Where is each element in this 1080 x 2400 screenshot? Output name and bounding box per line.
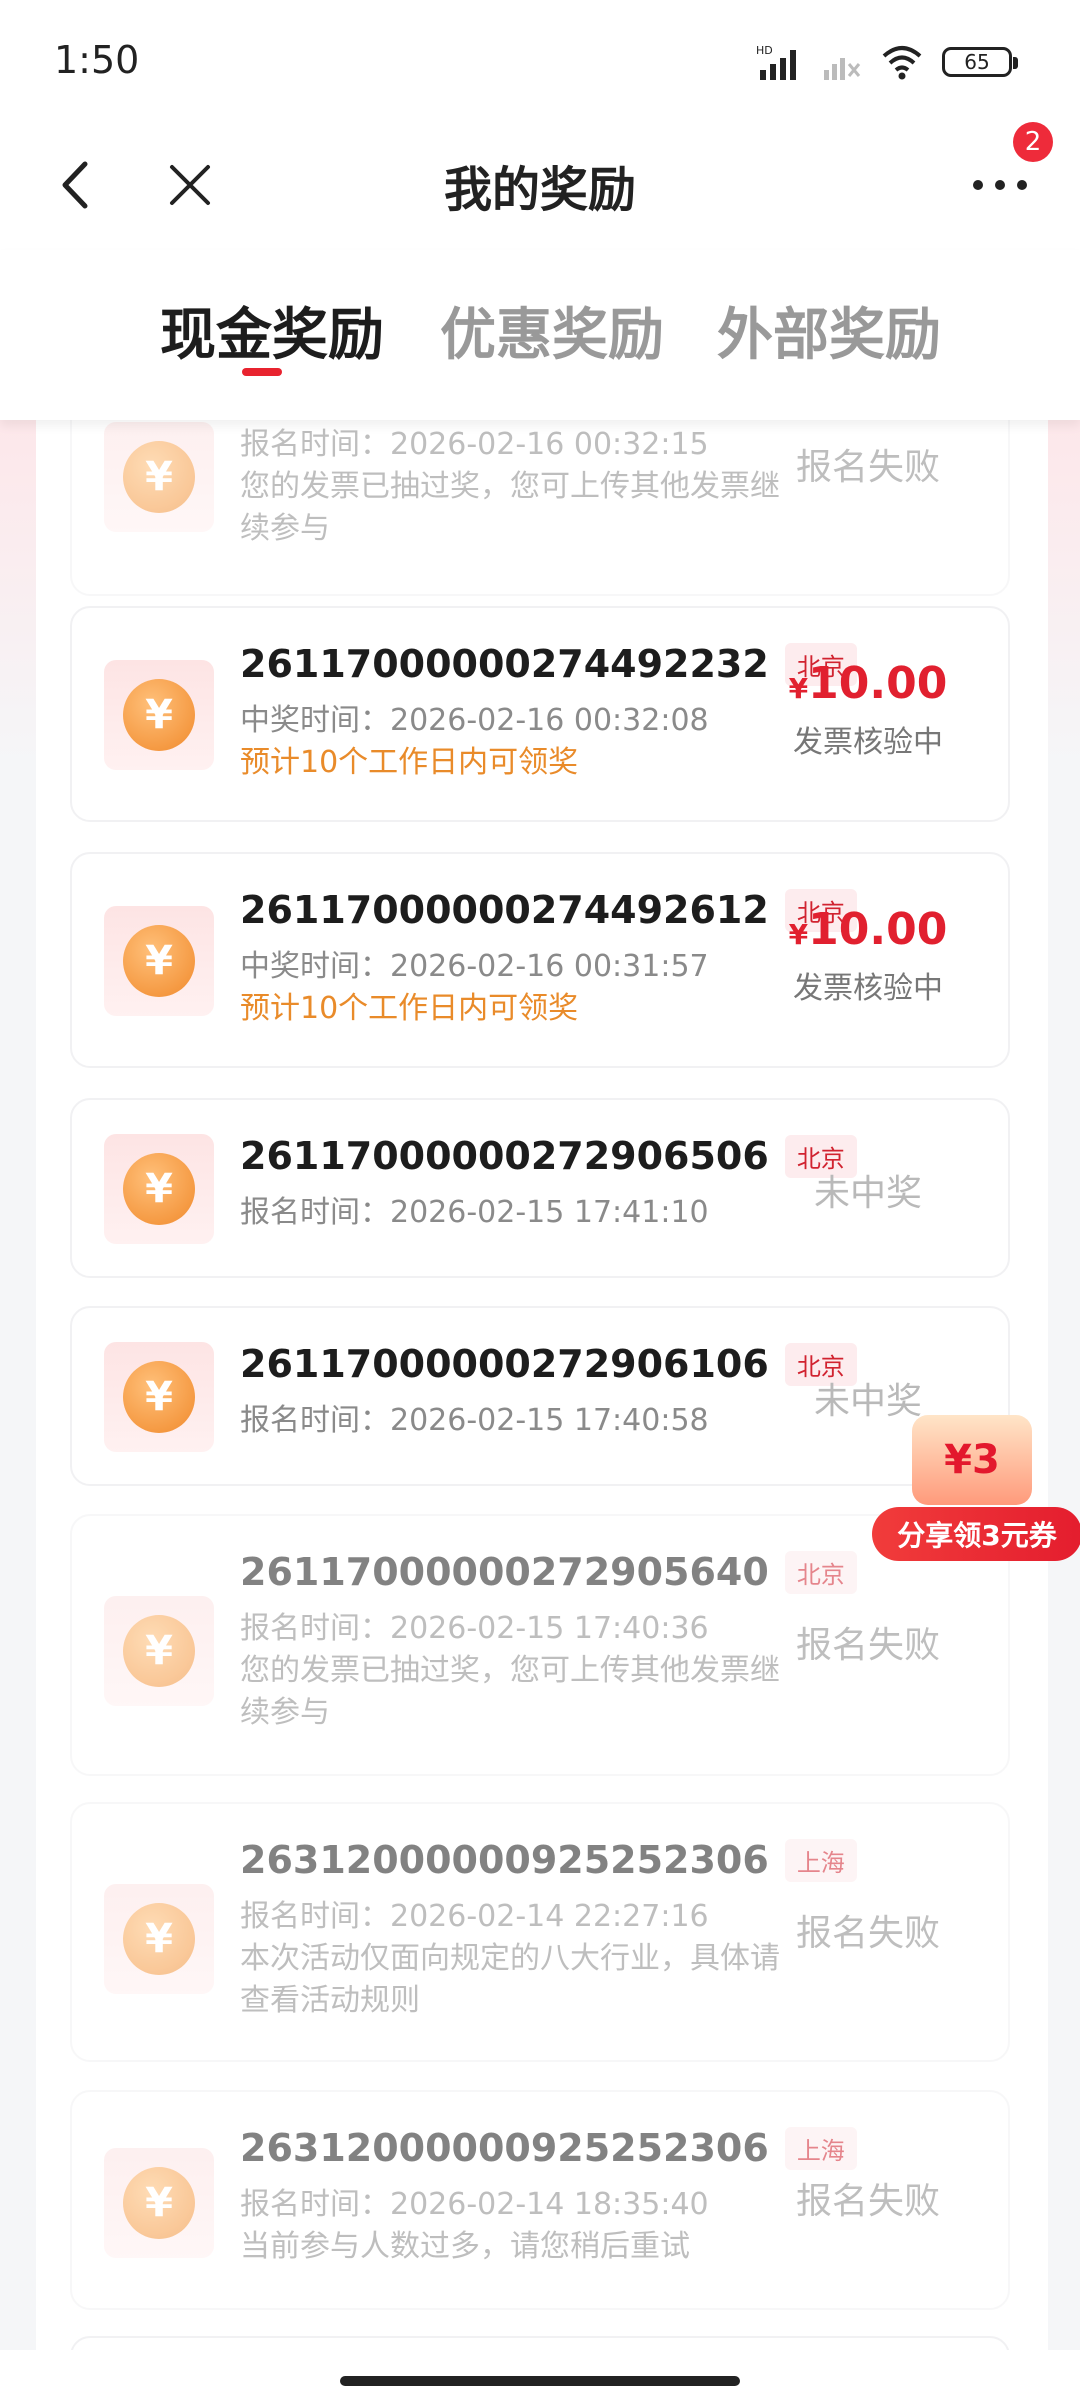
status-icons: HD 65 (756, 40, 1018, 84)
list-item[interactable] (70, 2336, 1010, 2350)
signal-icon: HD (756, 44, 796, 80)
record-status: 发票核验中 (793, 971, 943, 1006)
record-note: 您的发票已抽过奖，您可上传其他发票继续参与 (240, 469, 780, 546)
signal-off-icon (824, 58, 861, 80)
record-hint: 预计10个工作日内可领奖 (240, 991, 579, 1026)
more-button[interactable]: 2 (955, 120, 1053, 250)
coin-icon: ¥ (104, 660, 214, 770)
record-time: 中奖时间：2026-02-16 00:32:08 (240, 703, 709, 738)
record-status: 报名失败 (795, 2181, 940, 2222)
list-item[interactable]: ¥ 26117000000274492232 北京 中奖时间：2026-02-1… (70, 606, 1010, 822)
svg-text:HD: HD (756, 44, 773, 57)
record-status: 报名失败 (795, 1913, 940, 1954)
red-envelope-icon: ¥3 (912, 1415, 1032, 1505)
record-status: 报名失败 (795, 1625, 940, 1666)
close-icon (170, 165, 210, 205)
battery-indicator: 65 (942, 47, 1018, 77)
region-tag: 上海 (784, 1838, 857, 1882)
record-title: 26117000000274492612 北京 (240, 888, 857, 932)
nav-bar: 我的奖励 2 (0, 120, 1080, 250)
more-dots-icon (973, 180, 1027, 190)
record-id: 26117000000272905640 (240, 1550, 769, 1594)
record-id: 26312000000925252306 (240, 1838, 769, 1882)
record-time: 报名时间：2026-02-15 17:40:58 (240, 1403, 709, 1438)
region-tag: 北京 (784, 1550, 857, 1594)
reward-tabs: 现金奖励 优惠奖励 外部奖励 (0, 250, 1080, 420)
record-title: 26117000000272905640 北京 (240, 1550, 857, 1594)
wifi-icon (882, 46, 922, 80)
record-title: 26312000000925252306 上海 (240, 1838, 857, 1882)
record-id: 26312000000925252306 (240, 2126, 769, 2170)
list-item[interactable]: ¥ 26117000000272905640 北京 报名时间：2026-02-1… (70, 1514, 1010, 1776)
reward-list[interactable]: ¥ 报名时间：2026-02-16 00:32:15 您的发票已抽过奖，您可上传… (0, 420, 1080, 2350)
share-coupon-promo[interactable]: ¥3 分享领3元券 (872, 1415, 1080, 1565)
home-indicator-bar (0, 2350, 1080, 2400)
list-item[interactable]: ¥ 报名时间：2026-02-16 00:32:15 您的发票已抽过奖，您可上传… (70, 420, 1010, 596)
record-id: 26117000000272906506 (240, 1134, 769, 1178)
list-item[interactable]: ¥ 26312000000925252306 上海 报名时间：2026-02-1… (70, 1802, 1010, 2062)
active-tab-indicator (242, 368, 282, 376)
back-button[interactable] (40, 120, 110, 250)
record-title: 26117000000274492232 北京 (240, 642, 857, 686)
list-item[interactable]: ¥ 26312000000925252306 上海 报名时间：2026-02-1… (70, 2090, 1010, 2310)
tab-external-rewards[interactable]: 外部奖励 (717, 290, 941, 371)
record-time: 报名时间：2026-02-15 17:41:10 (240, 1195, 709, 1230)
status-time: 1:50 (54, 38, 140, 82)
coin-icon: ¥ (104, 906, 214, 1016)
coin-icon: ¥ (104, 1134, 214, 1244)
coin-icon: ¥ (104, 1596, 214, 1706)
record-status: 发票核验中 (793, 725, 943, 760)
record-title: 26312000000925252306 上海 (240, 2126, 857, 2170)
list-item[interactable]: ¥ 26117000000272906106 北京 报名时间：2026-02-1… (70, 1306, 1010, 1486)
record-time: 报名时间：2026-02-16 00:32:15 (240, 427, 709, 462)
record-time: 中奖时间：2026-02-16 00:31:57 (240, 949, 709, 984)
record-note: 当前参与人数过多，请您稍后重试 (240, 2229, 690, 2264)
tab-discount-rewards[interactable]: 优惠奖励 (440, 290, 664, 371)
record-note: 本次活动仅面向规定的八大行业，具体请查看活动规则 (240, 1941, 780, 2018)
status-bar: 1:50 HD 65 (0, 0, 1080, 120)
notification-badge: 2 (1013, 122, 1053, 162)
record-id: 26117000000274492232 (240, 642, 769, 686)
region-tag: 上海 (784, 2126, 857, 2170)
record-time: 报名时间：2026-02-14 18:35:40 (240, 2187, 709, 2222)
list-item[interactable]: ¥ 26117000000272906506 北京 报名时间：2026-02-1… (70, 1098, 1010, 1278)
home-indicator[interactable] (340, 2376, 740, 2386)
reward-amount: ¥10.00 (788, 658, 948, 709)
record-hint: 预计10个工作日内可领奖 (240, 745, 579, 780)
reward-amount: ¥10.00 (788, 904, 948, 955)
record-time: 报名时间：2026-02-14 22:27:16 (240, 1899, 709, 1934)
back-arrow-icon (62, 161, 88, 209)
record-note: 您的发票已抽过奖，您可上传其他发票继续参与 (240, 1653, 780, 1730)
coin-icon: ¥ (104, 1884, 214, 1994)
share-coupon-label: 分享领3元券 (872, 1507, 1080, 1561)
record-status: 未中奖 (813, 1173, 922, 1214)
coin-icon: ¥ (104, 2148, 214, 2258)
record-status: 报名失败 (795, 447, 940, 488)
record-title: 26117000000272906506 北京 (240, 1134, 857, 1178)
close-button[interactable] (155, 120, 225, 250)
record-id: 26117000000274492612 (240, 888, 769, 932)
record-title: 26117000000272906106 北京 (240, 1342, 857, 1386)
record-id: 26117000000272906106 (240, 1342, 769, 1386)
coin-icon: ¥ (104, 1342, 214, 1452)
battery-level: 65 (964, 50, 990, 74)
tab-cash-rewards[interactable]: 现金奖励 (160, 290, 384, 371)
list-item[interactable]: ¥ 26117000000274492612 北京 中奖时间：2026-02-1… (70, 852, 1010, 1068)
coin-icon: ¥ (104, 422, 214, 532)
record-time: 报名时间：2026-02-15 17:40:36 (240, 1611, 709, 1646)
